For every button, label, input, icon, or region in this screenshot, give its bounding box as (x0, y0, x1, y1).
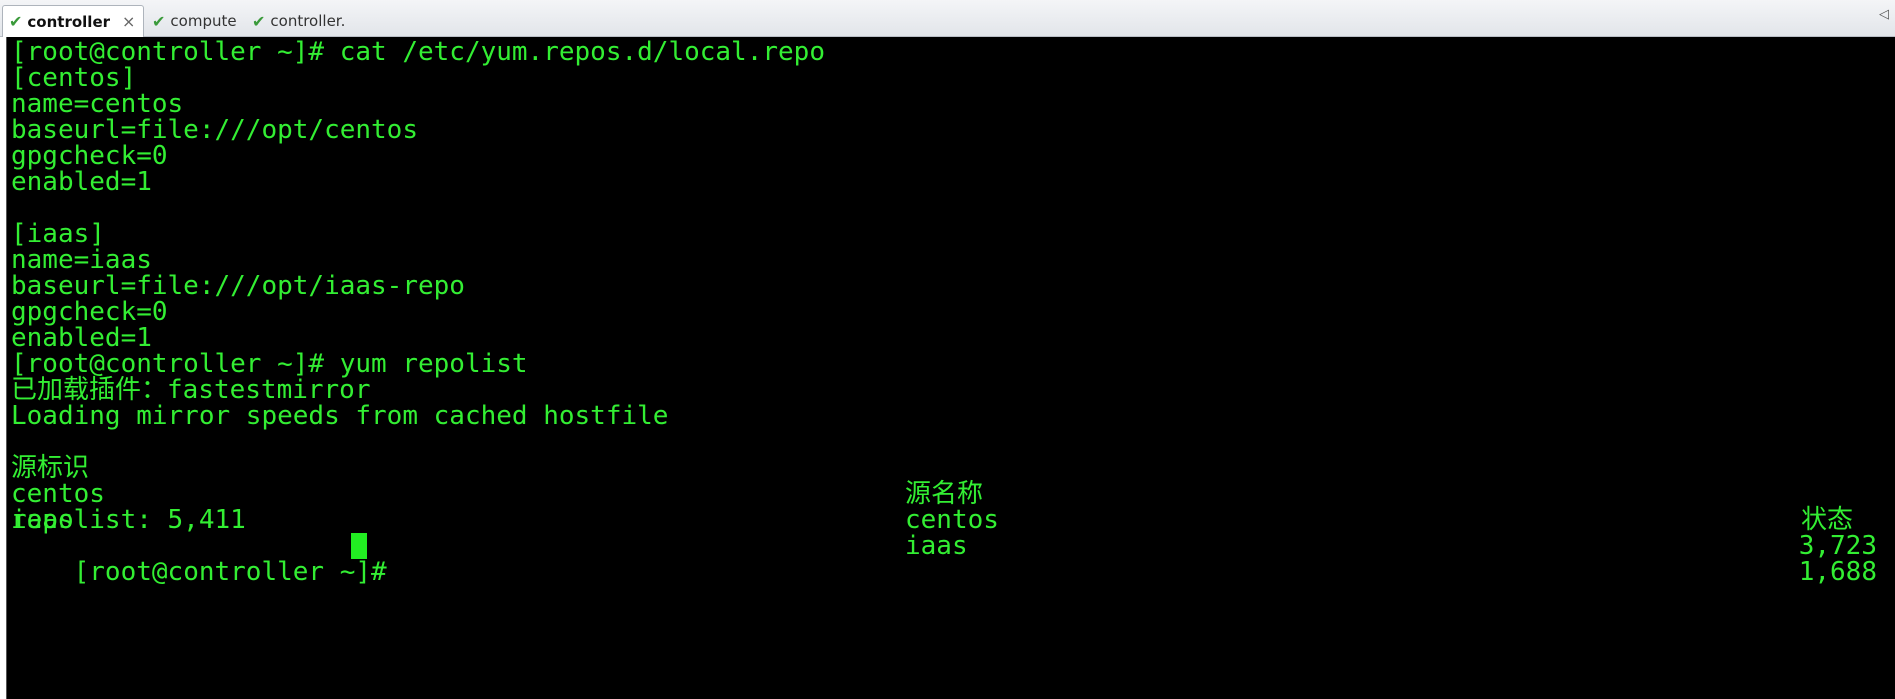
terminal-line: [root@controller ~]# yum repolist (11, 349, 528, 379)
terminal-output[interactable]: [root@controller ~]# cat /etc/yum.repos.… (6, 37, 1895, 699)
repo-table-row: centos centos 3,723 (11, 455, 1881, 559)
terminal-line: baseurl=file:///opt/centos (11, 115, 418, 145)
tab-controller-2[interactable]: ✔ controller. (246, 5, 351, 37)
text-cursor (351, 533, 367, 559)
repo-name: iaas (905, 531, 968, 561)
terminal-line: name=iaas (11, 245, 152, 275)
terminal-line: Loading mirror speeds from cached hostfi… (11, 401, 669, 431)
tab-label: controller. (270, 12, 346, 30)
terminal-line: name=centos (11, 89, 184, 119)
repo-table-header: 源标识 源名称 状态 (11, 429, 1881, 533)
connected-check-icon: ✔ (152, 11, 166, 31)
repo-status: 3,723 (1798, 531, 1877, 561)
terminal-line: gpgcheck=0 (11, 297, 168, 327)
terminal-line: enabled=1 (11, 323, 152, 353)
terminal-line: enabled=1 (11, 167, 152, 197)
tab-label: controller (27, 12, 111, 31)
connected-check-icon: ✔ (252, 11, 266, 31)
terminal-line: 已加载插件：fastestmirror (11, 375, 371, 405)
terminal-line: [root@controller ~]# cat /etc/yum.repos.… (11, 37, 825, 67)
prompt-line: [root@controller ~]# (11, 533, 402, 585)
session-tab-bar: ✔ controller × ✔ compute ✔ controller. ◁ (0, 0, 1895, 37)
repolist-summary: repolist: 5,411 (11, 505, 246, 535)
repo-status-header: 状态 (1801, 505, 1854, 535)
terminal-line: [iaas] (11, 219, 105, 249)
repo-name: centos (905, 505, 999, 535)
tab-compute[interactable]: ✔ compute (146, 5, 243, 37)
tab-controller[interactable]: ✔ controller × (2, 5, 145, 37)
shell-prompt: [root@controller ~]# (73, 557, 403, 587)
tab-label: compute (170, 12, 237, 30)
terminal-line: [centos] (11, 63, 137, 93)
terminal-line: gpgcheck=0 (11, 141, 168, 171)
repo-status: 1,688 (1798, 557, 1877, 587)
tab-scroll-left-icon[interactable]: ◁ (1879, 7, 1889, 22)
connected-check-icon: ✔ (9, 12, 23, 31)
close-tab-icon[interactable]: × (122, 12, 135, 31)
terminal-line: baseurl=file:///opt/iaas-repo (11, 271, 465, 301)
repo-table-row: iaas iaas 1,688 (11, 481, 1881, 585)
